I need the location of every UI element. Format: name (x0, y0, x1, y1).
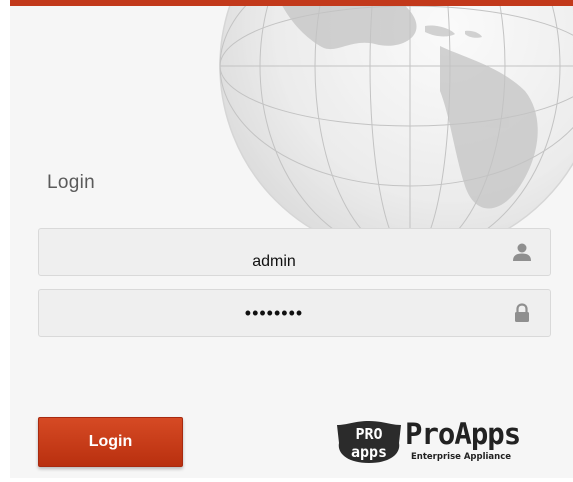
brand-tagline: Enterprise Appliance (411, 452, 512, 462)
login-title: Login (47, 172, 95, 193)
brand-name: ProApps (405, 417, 521, 451)
password-input[interactable] (39, 290, 509, 336)
badge-top-text: PRO (355, 425, 382, 443)
login-button[interactable]: Login (38, 417, 183, 467)
user-icon (511, 241, 533, 263)
lock-icon (511, 302, 533, 324)
proapps-logo: PRO apps ProApps Enterprise Appliance (335, 417, 557, 469)
globe-background (219, 6, 573, 256)
badge-bottom-text: apps (351, 443, 387, 461)
login-page: Login Login PRO (0, 0, 573, 482)
proapps-badge: PRO apps (337, 421, 401, 463)
username-field (38, 228, 551, 276)
password-field (38, 289, 551, 337)
login-panel: Login Login PRO (10, 0, 573, 478)
username-input[interactable] (39, 229, 509, 275)
